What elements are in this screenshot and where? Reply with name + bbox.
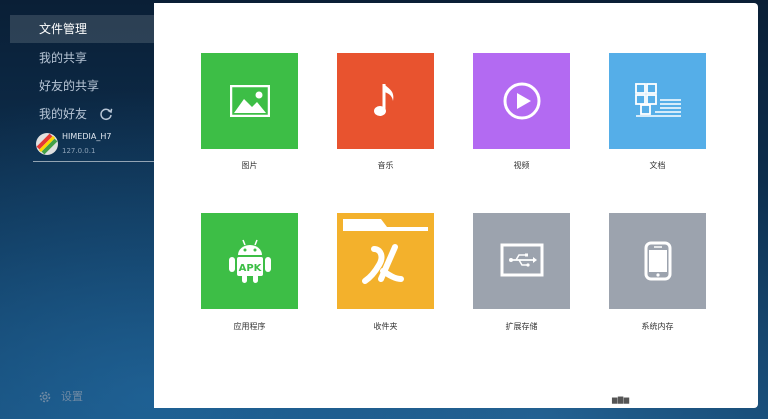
main-panel: 图片 音乐 视频 文档 APK 应用程序 收件夹 扩展存储 系统内存 bbox=[154, 3, 758, 408]
tile-system-memory[interactable] bbox=[609, 213, 706, 309]
device-avatar bbox=[36, 133, 58, 155]
device-name: HIMEDIA_H7 bbox=[62, 132, 112, 141]
tile-label-applications: 应用程序 bbox=[233, 322, 266, 331]
music-note-icon bbox=[373, 84, 393, 116]
apk-badge: APK bbox=[238, 263, 262, 274]
tile-label-video: 视频 bbox=[513, 161, 530, 170]
sidebar-item-my-friends[interactable]: 我的好友 bbox=[10, 100, 154, 128]
gear-icon bbox=[39, 391, 51, 403]
device-ip: 127.0.0.1 bbox=[62, 147, 96, 155]
tile-documents[interactable] bbox=[609, 53, 706, 149]
sidebar: 文件管理 我的共享 好友的共享 我的好友 HIMEDIA_H7 127.0.0.… bbox=[0, 0, 154, 419]
tile-applications[interactable]: APK bbox=[201, 213, 298, 309]
folder-icon bbox=[343, 219, 428, 284]
usb-icon bbox=[500, 243, 543, 277]
tile-label-pictures: 图片 bbox=[241, 161, 258, 170]
android-apk-icon: APK bbox=[228, 239, 271, 283]
document-icon bbox=[634, 83, 681, 117]
tile-label-documents: 文档 bbox=[649, 161, 666, 170]
refresh-icon[interactable] bbox=[99, 107, 113, 121]
tile-label-inbox-folder: 收件夹 bbox=[373, 322, 398, 331]
sidebar-item-file-manager[interactable]: 文件管理 bbox=[10, 15, 154, 43]
device-entry[interactable]: HIMEDIA_H7 127.0.0.1 bbox=[33, 131, 154, 162]
settings-label: 设置 bbox=[61, 390, 83, 403]
sidebar-item-my-shares[interactable]: 我的共享 bbox=[10, 44, 154, 72]
tile-video[interactable] bbox=[473, 53, 570, 149]
tile-music[interactable] bbox=[337, 53, 434, 149]
tile-label-system-memory: 系统内存 bbox=[641, 322, 674, 331]
watermark: ▆▇▆ bbox=[612, 396, 630, 404]
play-icon bbox=[503, 82, 540, 120]
tile-inbox-folder[interactable] bbox=[337, 213, 434, 309]
tile-label-music: 音乐 bbox=[377, 161, 394, 170]
tile-label-external-storage: 扩展存储 bbox=[505, 322, 538, 331]
tile-external-storage[interactable] bbox=[473, 213, 570, 309]
image-icon bbox=[229, 85, 270, 117]
sidebar-item-friends-shares[interactable]: 好友的共享 bbox=[10, 72, 154, 100]
phone-icon bbox=[644, 241, 671, 281]
tile-pictures[interactable] bbox=[201, 53, 298, 149]
